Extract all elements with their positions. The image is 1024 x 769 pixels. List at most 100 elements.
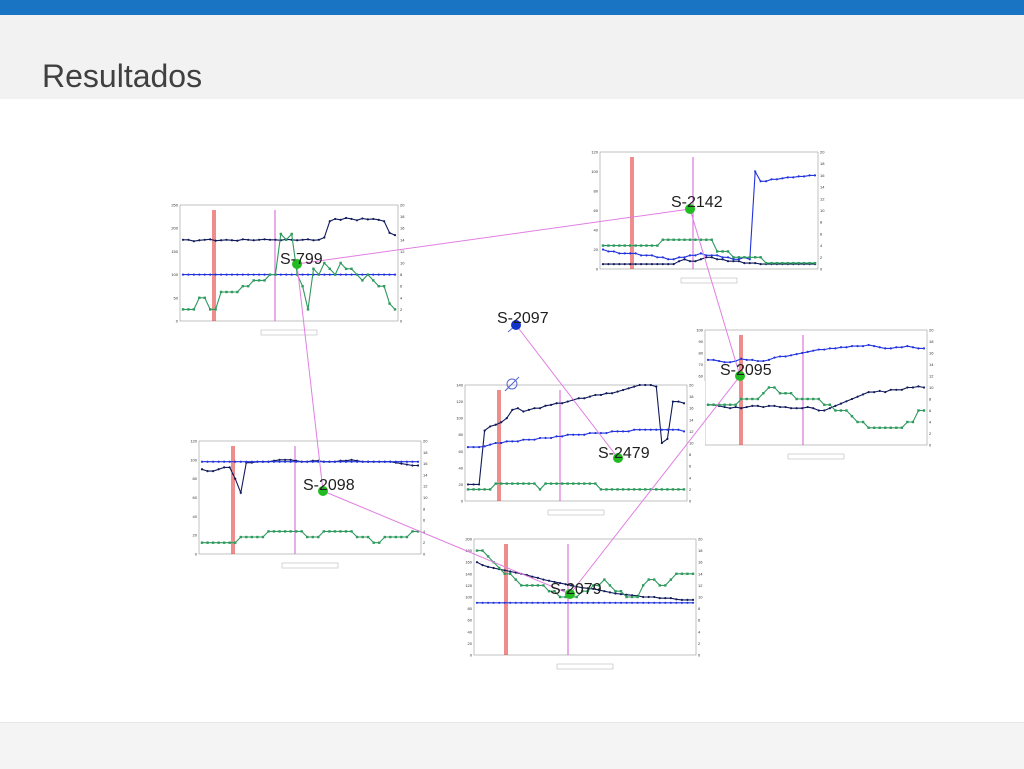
data-point <box>638 488 641 491</box>
data-point <box>317 238 320 241</box>
data-point <box>258 238 261 241</box>
data-point <box>538 488 542 491</box>
data-point <box>247 285 250 288</box>
data-point <box>500 421 503 424</box>
data-point <box>759 256 762 259</box>
data-point <box>639 263 643 266</box>
data-point <box>566 400 569 403</box>
data-point <box>472 446 475 449</box>
data-point <box>845 400 848 403</box>
y-tick-label: 150 <box>171 249 178 254</box>
data-point <box>211 541 215 544</box>
data-point <box>694 238 697 241</box>
data-point <box>241 238 244 241</box>
data-point <box>610 488 614 491</box>
data-point <box>781 177 784 180</box>
data-point <box>619 590 623 593</box>
data-point <box>633 385 636 388</box>
data-point <box>583 397 586 400</box>
data-point <box>503 601 506 604</box>
data-point <box>607 244 610 247</box>
data-point <box>228 541 231 544</box>
data-point <box>542 601 545 604</box>
data-point <box>682 402 686 405</box>
data-point <box>655 428 658 431</box>
data-point <box>694 254 697 257</box>
data-point <box>884 426 887 429</box>
data-point <box>492 566 495 570</box>
data-point <box>366 273 370 276</box>
y2-tick-label: 18 <box>820 161 825 166</box>
data-point <box>572 482 575 485</box>
data-point <box>895 388 898 391</box>
data-point <box>678 260 681 263</box>
data-point <box>209 238 212 241</box>
data-point <box>817 409 820 412</box>
data-point <box>522 482 525 485</box>
data-point <box>416 460 420 463</box>
data-point <box>566 482 569 485</box>
data-point <box>803 175 806 178</box>
chart-background <box>183 437 439 572</box>
data-point <box>217 468 220 471</box>
data-point <box>767 404 771 407</box>
y-tick-label: 60 <box>594 208 599 213</box>
data-point <box>323 261 326 265</box>
data-point <box>411 460 414 463</box>
data-point <box>605 431 608 435</box>
y-tick-label: 60 <box>468 618 473 623</box>
data-point <box>257 279 261 282</box>
data-point <box>756 397 760 401</box>
data-point <box>572 433 575 436</box>
data-point <box>475 561 479 564</box>
data-point <box>660 428 663 431</box>
data-point <box>544 482 547 485</box>
data-point <box>683 256 686 259</box>
y2-tick-label: 20 <box>698 537 703 542</box>
data-point <box>400 462 403 465</box>
data-point <box>509 572 512 575</box>
y-tick-label: 20 <box>594 247 599 252</box>
data-point <box>489 425 492 428</box>
y-tick-label: 200 <box>171 226 178 231</box>
data-point <box>516 482 520 485</box>
data-point <box>605 392 608 395</box>
y2-tick-label: 10 <box>423 495 428 500</box>
data-point <box>603 601 606 604</box>
data-point <box>789 354 793 357</box>
data-point <box>705 254 708 257</box>
data-point <box>290 232 293 236</box>
data-point <box>601 244 605 247</box>
data-point <box>514 601 517 604</box>
data-point <box>616 430 619 433</box>
data-point <box>625 595 628 599</box>
data-point <box>230 290 234 294</box>
data-point <box>206 541 209 544</box>
data-point <box>614 601 617 604</box>
data-point <box>472 483 475 486</box>
data-point <box>525 584 529 587</box>
data-point <box>570 601 573 604</box>
data-point <box>743 256 746 259</box>
y2-tick-label: 18 <box>400 214 405 219</box>
y-tick-label: 40 <box>594 228 599 233</box>
data-point <box>699 258 702 261</box>
data-point <box>531 601 534 604</box>
data-point <box>377 218 380 221</box>
data-point <box>475 601 479 604</box>
data-point <box>416 464 420 467</box>
data-point <box>767 358 771 361</box>
data-point <box>405 460 409 463</box>
well-label-s-799: S-799 <box>280 251 323 268</box>
data-point <box>778 355 782 358</box>
data-point <box>575 601 578 604</box>
data-point <box>295 460 298 463</box>
data-point <box>677 428 680 431</box>
data-point <box>675 601 678 604</box>
data-point <box>239 535 242 539</box>
data-point <box>629 252 632 255</box>
data-point <box>536 584 540 587</box>
data-point <box>680 572 684 575</box>
data-point <box>605 488 608 491</box>
data-point <box>350 217 353 221</box>
